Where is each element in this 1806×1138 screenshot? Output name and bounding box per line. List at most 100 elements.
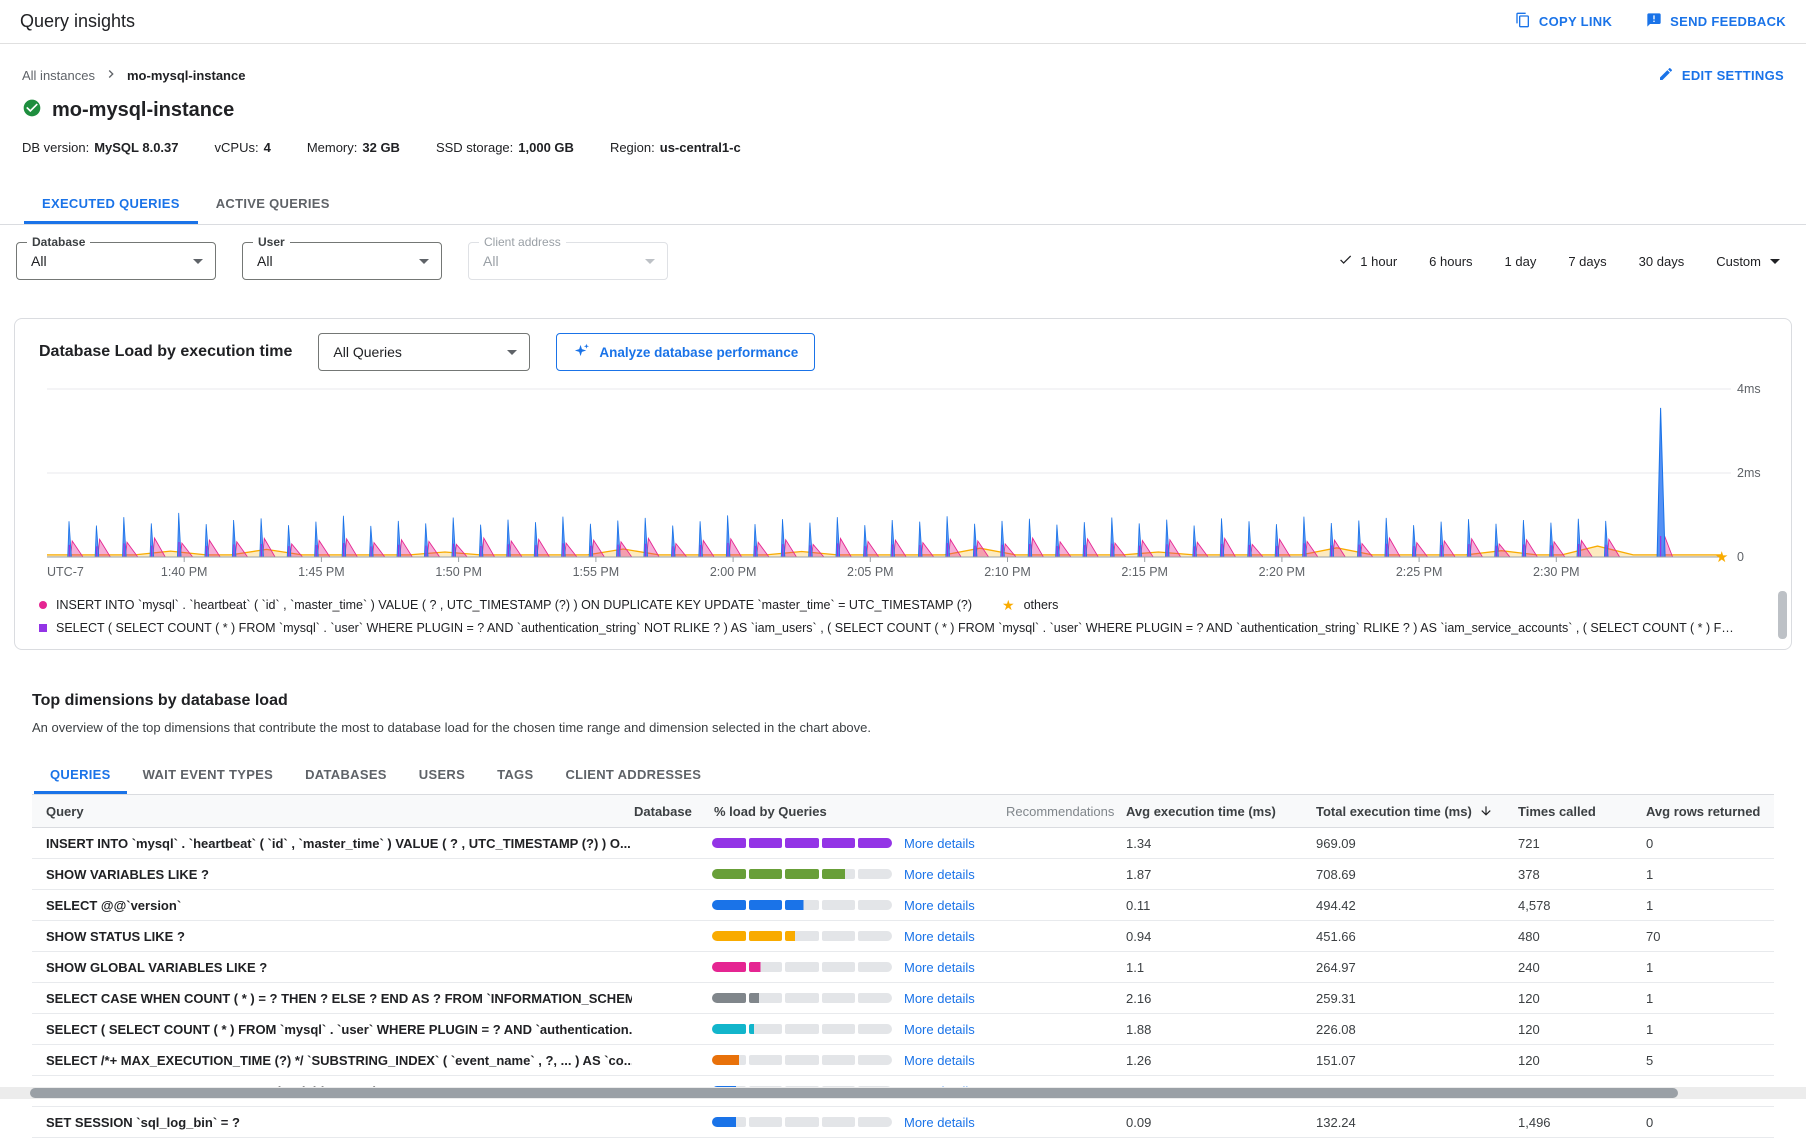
- query-dimension-select[interactable]: All Queries: [318, 333, 530, 371]
- more-details-link[interactable]: More details: [904, 898, 975, 913]
- column-header-label: Database: [634, 804, 692, 819]
- svg-text:1:50 PM: 1:50 PM: [435, 565, 482, 579]
- svg-text:2:05 PM: 2:05 PM: [847, 565, 894, 579]
- meta-label: DB version:: [22, 140, 89, 155]
- more-details-link[interactable]: More details: [904, 1115, 975, 1130]
- time-range-selector: 1 hour 6 hours 1 day 7 days 30 days Custom: [1338, 252, 1790, 270]
- load-bar-segment: [822, 900, 856, 910]
- more-details-link[interactable]: More details: [904, 1022, 975, 1037]
- meta-value: 4: [264, 140, 271, 155]
- load-bar-segment: [822, 993, 856, 1003]
- load-cell: More details: [712, 991, 1004, 1006]
- top-dimensions-section: Top dimensions by database load An overv…: [0, 692, 1806, 1138]
- time-range-label: Custom: [1716, 254, 1761, 269]
- chevron-down-icon: [419, 259, 429, 264]
- meta-db-version: DB version:MySQL 8.0.37: [22, 140, 179, 155]
- load-cell: More details: [712, 1115, 1004, 1130]
- column-header-label: Total execution time (ms): [1316, 804, 1472, 819]
- page-title: Query insights: [20, 11, 135, 32]
- check-icon: [1338, 252, 1353, 270]
- database-load-chart[interactable]: 1:40 PM1:45 PM1:50 PM1:55 PM2:00 PM2:05 …: [39, 373, 1785, 587]
- load-bar-segment: [785, 869, 819, 879]
- load-bar-segment: [749, 1024, 783, 1034]
- table-row: SET SESSION `sql_log_bin` = ?More detail…: [32, 1107, 1774, 1138]
- dim-tab-users[interactable]: USERS: [403, 755, 481, 794]
- total-execution-time-cell: 226.08: [1314, 1022, 1516, 1037]
- table-row: SELECT /*+ MAX_EXECUTION_TIME (?) */ `SU…: [32, 1045, 1774, 1076]
- pencil-icon: [1658, 66, 1674, 85]
- time-range-label: 6 hours: [1429, 254, 1472, 269]
- query-cell: SELECT CASE WHEN COUNT ( * ) = ? THEN ? …: [32, 991, 632, 1006]
- load-bar-segment: [712, 1117, 746, 1127]
- time-range-1-hour[interactable]: 1 hour: [1338, 252, 1397, 270]
- avg-execution-time-cell: 0.94: [1124, 929, 1314, 944]
- meta-label: SSD storage:: [436, 140, 513, 155]
- legend-item[interactable]: ★others: [1002, 598, 1058, 612]
- time-range-6-hours[interactable]: 6 hours: [1429, 254, 1472, 269]
- breadcrumb-current: mo-mysql-instance: [127, 68, 245, 83]
- query-cell: SELECT /*+ MAX_EXECUTION_TIME (?) */ `SU…: [32, 1053, 632, 1068]
- total-execution-time-cell: 451.66: [1314, 929, 1516, 944]
- time-range-1-day[interactable]: 1 day: [1505, 254, 1537, 269]
- avg-rows-returned-cell: 0: [1644, 836, 1774, 851]
- chart-legend: INSERT INTO `mysql` . `heartbeat` ( `id`…: [39, 593, 1767, 639]
- chevron-down-icon: [1770, 259, 1780, 264]
- column-header-database: Database: [632, 804, 712, 819]
- meta-ssd-storage: SSD storage:1,000 GB: [436, 140, 574, 155]
- more-details-link[interactable]: More details: [904, 867, 975, 882]
- dim-tab-wait-event-types[interactable]: WAIT EVENT TYPES: [127, 755, 289, 794]
- column-header-times-called: Times called: [1516, 804, 1644, 819]
- send-feedback-button[interactable]: SEND FEEDBACK: [1646, 12, 1786, 31]
- load-bar-segment: [749, 1117, 783, 1127]
- meta-vcpus: vCPUs:4: [215, 140, 271, 155]
- dim-tab-tags[interactable]: TAGS: [481, 755, 549, 794]
- svg-text:2:20 PM: 2:20 PM: [1259, 565, 1306, 579]
- tab-active-queries[interactable]: ACTIVE QUERIES: [198, 183, 348, 224]
- horizontal-scrollbar-thumb[interactable]: [30, 1088, 1678, 1098]
- times-called-cell: 4,578: [1516, 898, 1644, 913]
- legend-item[interactable]: INSERT INTO `mysql` . `heartbeat` ( `id`…: [39, 598, 972, 612]
- dim-tab-queries[interactable]: QUERIES: [34, 755, 127, 794]
- load-bar-segment: [749, 838, 783, 848]
- query-cell: SHOW VARIABLES LIKE ?: [32, 867, 632, 882]
- avg-rows-returned-cell: 1: [1644, 960, 1774, 975]
- analyze-database-performance-button[interactable]: Analyze database performance: [556, 333, 815, 371]
- dim-tab-client-addresses[interactable]: CLIENT ADDRESSES: [549, 755, 717, 794]
- legend-item[interactable]: SELECT ( SELECT COUNT ( * ) FROM `mysql`…: [39, 621, 1741, 635]
- dim-tab-databases[interactable]: DATABASES: [289, 755, 403, 794]
- more-details-link[interactable]: More details: [904, 960, 975, 975]
- filter-database[interactable]: DatabaseAll: [16, 242, 216, 280]
- more-details-link[interactable]: More details: [904, 836, 975, 851]
- filter-label-user: User: [253, 235, 290, 249]
- more-details-link[interactable]: More details: [904, 991, 975, 1006]
- legend-vertical-scrollbar[interactable]: [1778, 591, 1787, 639]
- meta-value: us-central1-c: [660, 140, 741, 155]
- instance-meta: DB version:MySQL 8.0.37vCPUs:4Memory:32 …: [0, 140, 1806, 155]
- svg-text:2:10 PM: 2:10 PM: [984, 565, 1031, 579]
- avg-rows-returned-cell: 0: [1644, 1115, 1774, 1130]
- copy-link-button[interactable]: COPY LINK: [1515, 12, 1612, 31]
- load-bar-segment: [785, 993, 819, 1003]
- legend-text: SELECT ( SELECT COUNT ( * ) FROM `mysql`…: [56, 621, 1741, 635]
- sparkle-icon: [573, 342, 590, 362]
- tab-executed-queries[interactable]: EXECUTED QUERIES: [24, 183, 198, 224]
- edit-settings-button[interactable]: EDIT SETTINGS: [1658, 66, 1784, 85]
- column-header-recommendations: Recommendations: [1004, 804, 1124, 819]
- load-bar-segment: [749, 1055, 783, 1065]
- time-range-custom[interactable]: Custom: [1716, 254, 1780, 269]
- table-row: SHOW GLOBAL VARIABLES LIKE ?More details…: [32, 952, 1774, 983]
- load-cell: More details: [712, 960, 1004, 975]
- filter-user[interactable]: UserAll: [242, 242, 442, 280]
- load-bar-segment: [822, 1055, 856, 1065]
- more-details-link[interactable]: More details: [904, 929, 975, 944]
- column-header-total-execution-time-ms[interactable]: Total execution time (ms): [1314, 804, 1516, 819]
- load-cell: More details: [712, 867, 1004, 882]
- more-details-link[interactable]: More details: [904, 1053, 975, 1068]
- time-range-7-days[interactable]: 7 days: [1568, 254, 1606, 269]
- load-bar-segment: [712, 869, 746, 879]
- column-header-label: Query: [46, 804, 84, 819]
- instance-name: mo-mysql-instance: [52, 99, 234, 122]
- breadcrumb-all-instances[interactable]: All instances: [22, 68, 95, 83]
- table-row: SELECT CASE WHEN COUNT ( * ) = ? THEN ? …: [32, 983, 1774, 1014]
- time-range-30-days[interactable]: 30 days: [1639, 254, 1685, 269]
